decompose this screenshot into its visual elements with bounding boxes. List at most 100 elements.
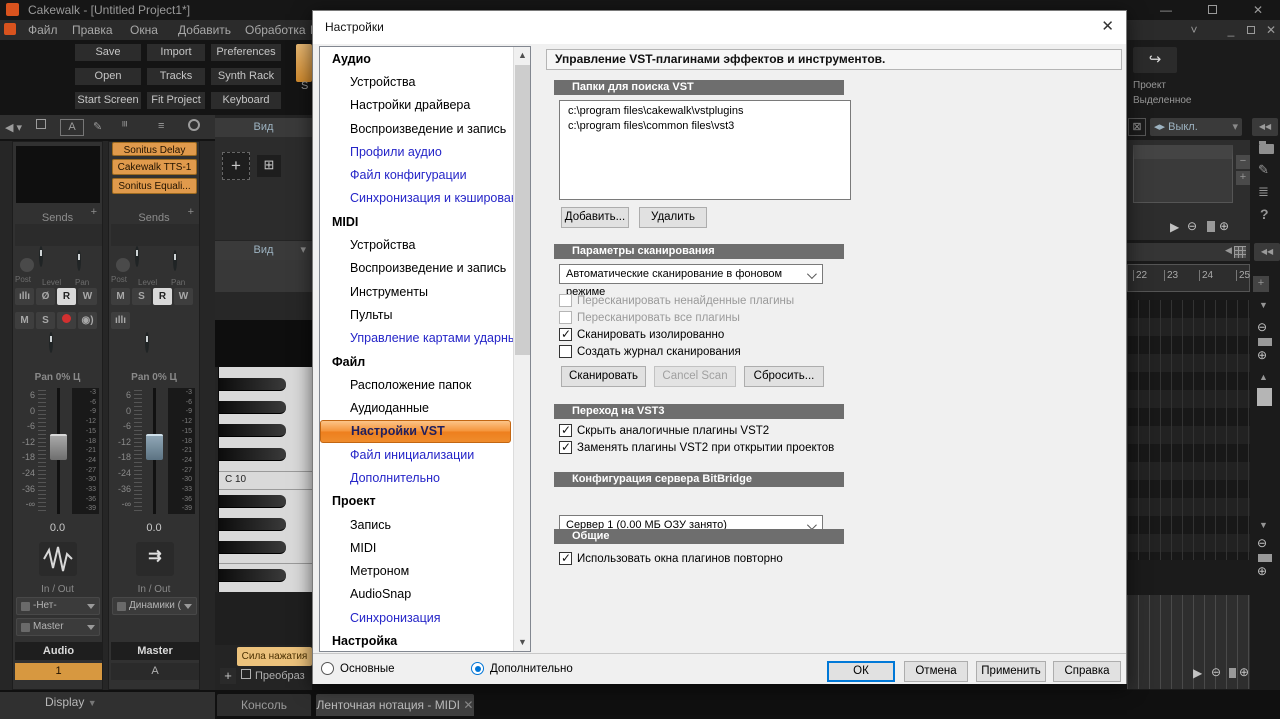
mute-button[interactable]: M xyxy=(111,288,130,305)
tree-item[interactable]: MIDI xyxy=(320,536,513,559)
input-echo-icon[interactable]: ıllı xyxy=(15,288,34,305)
input-echo-icon[interactable]: ıllı xyxy=(111,312,130,329)
zoom-in-icon[interactable]: ⊕ xyxy=(1257,348,1267,362)
zoom-slider[interactable] xyxy=(1258,338,1272,346)
vst-folder-list[interactable]: c:\program files\cakewalk\vstplugins c:\… xyxy=(559,100,851,200)
fx-bin-empty[interactable] xyxy=(16,146,100,203)
zoom-in-icon[interactable]: ⊕ xyxy=(1219,219,1229,233)
synth-rack-button[interactable]: Synth Rack xyxy=(211,68,281,85)
checkbox-checked-icon[interactable] xyxy=(559,441,572,454)
scroll-down-icon[interactable]: ▼ xyxy=(514,634,531,651)
black-key[interactable] xyxy=(219,401,286,414)
export-project-label[interactable]: Проект xyxy=(1133,80,1166,91)
menu-insert[interactable]: Добавить xyxy=(168,20,241,40)
duplicate-button[interactable]: ⊞ xyxy=(257,155,281,177)
tab-notation-active[interactable]: Ленточная нотация - MIDI ✕ xyxy=(316,694,474,716)
radio-icon[interactable] xyxy=(321,662,334,675)
fit-project-button[interactable]: Fit Project xyxy=(147,92,205,109)
tab-close-icon[interactable]: ✕ xyxy=(463,698,473,712)
write-automation-button[interactable]: W xyxy=(174,288,193,305)
scan-mode-select[interactable]: Автоматические сканирование в фоновом ре… xyxy=(559,264,823,284)
fx-item[interactable]: Sonitus Equali... xyxy=(112,178,197,194)
tree-cat-customization[interactable]: Настройка xyxy=(320,629,513,652)
send-pan-knob[interactable] xyxy=(77,250,81,271)
add-lane-button[interactable]: + xyxy=(1253,276,1269,292)
preferences-button[interactable]: Preferences xyxy=(211,44,281,61)
apply-button[interactable]: Применить xyxy=(976,661,1046,682)
tree-item[interactable]: Устройства xyxy=(320,70,513,93)
help-button[interactable]: Справка xyxy=(1053,661,1121,682)
black-key[interactable] xyxy=(219,495,286,508)
tree-cat-midi[interactable]: MIDI xyxy=(320,210,513,233)
write-automation-button[interactable]: W xyxy=(78,288,97,305)
menu-windows[interactable]: Окна xyxy=(120,20,168,40)
remove-folder-button[interactable]: Удалить xyxy=(639,207,707,228)
tree-item[interactable]: Настройки драйвера xyxy=(320,94,513,117)
tree-scrollbar[interactable]: ▲ ▼ xyxy=(513,47,530,651)
checkbox-checked-icon[interactable] xyxy=(559,552,572,565)
export-icon[interactable]: ↪ xyxy=(1133,47,1177,73)
black-key[interactable] xyxy=(219,448,286,461)
clock-icon[interactable] xyxy=(188,119,200,134)
reset-button[interactable]: Сбросить... xyxy=(744,366,824,387)
folder-icon[interactable] xyxy=(1259,144,1274,154)
tree-item[interactable]: Файл конфигурации xyxy=(320,163,513,186)
grid-collapse-icon[interactable]: ◀ xyxy=(1225,245,1232,256)
tree-item[interactable]: Управление картами ударных xyxy=(320,327,513,350)
hide-vst2-checkbox[interactable]: Скрыть аналогичные плагины VST2 xyxy=(559,423,769,438)
restore-button[interactable] xyxy=(1198,0,1226,20)
transform-tool[interactable]: Преобраз xyxy=(241,668,312,684)
waveform-icon[interactable]: ᴵᴵᴵ xyxy=(122,120,128,132)
add-folder-button[interactable]: Добавить... xyxy=(561,207,629,228)
scroll-down-icon[interactable]: ▼ xyxy=(1259,300,1268,310)
black-key[interactable] xyxy=(219,541,286,554)
tree-cat-file[interactable]: Файл xyxy=(320,350,513,373)
mdi-close-button[interactable]: ✕ xyxy=(1262,20,1280,40)
black-key[interactable] xyxy=(219,378,286,391)
send-level-knob[interactable] xyxy=(135,246,139,267)
phase-button[interactable]: Ø xyxy=(36,288,55,305)
checkbox-checked-icon[interactable] xyxy=(559,328,572,341)
radio-checked-icon[interactable] xyxy=(471,662,484,675)
tree-item[interactable]: Профили аудио xyxy=(320,140,513,163)
zoom-out-icon[interactable]: ⊖ xyxy=(1257,320,1267,334)
piano-keyboard[interactable]: C 10 xyxy=(218,367,312,592)
minimize-button[interactable]: — xyxy=(1152,0,1180,20)
zoom-slider[interactable] xyxy=(1207,221,1215,232)
track-number[interactable]: 1 xyxy=(15,663,102,680)
volume-fader[interactable] xyxy=(146,434,163,460)
open-button[interactable]: Open xyxy=(75,68,141,85)
display-select[interactable]: Display ▼ xyxy=(45,695,97,709)
add-controller-button[interactable]: + xyxy=(220,668,236,684)
zoom-out-icon[interactable]: ⊖ xyxy=(1211,665,1221,679)
zoom-slider[interactable] xyxy=(1258,554,1272,562)
read-automation-button[interactable]: R xyxy=(153,288,172,305)
replace-vst2-checkbox[interactable]: Заменять плагины VST2 при открытии проек… xyxy=(559,440,834,455)
menu-file[interactable]: Файл xyxy=(18,20,68,40)
output-select[interactable]: Master xyxy=(16,618,100,636)
tree-item[interactable]: Расположение папок xyxy=(320,373,513,396)
zoom-in-icon[interactable]: ⊕ xyxy=(1239,665,1249,679)
plus-button[interactable]: + xyxy=(1236,171,1250,185)
fade-icon[interactable]: ⊠ xyxy=(1128,118,1146,136)
tree-item[interactable]: Устройства xyxy=(320,233,513,256)
black-key[interactable] xyxy=(219,569,286,582)
post-button[interactable] xyxy=(116,258,130,272)
collapse-track-button[interactable]: ◀◀ xyxy=(1254,243,1280,261)
zoom-out-icon[interactable]: ⊖ xyxy=(1257,536,1267,550)
post-button[interactable] xyxy=(20,258,34,272)
send-pan-knob[interactable] xyxy=(173,250,177,271)
tree-cat-audio[interactable]: Аудио xyxy=(320,47,513,70)
zoom-out-icon[interactable]: ⊖ xyxy=(1187,219,1197,233)
menu-edit[interactable]: Правка xyxy=(62,20,123,40)
grid-icon[interactable] xyxy=(1234,246,1246,258)
input-select[interactable]: -Нет- xyxy=(16,597,100,615)
solo-button[interactable]: S xyxy=(132,288,151,305)
scroll-up-icon[interactable]: ▲ xyxy=(514,47,531,64)
keyboard-button[interactable]: Keyboard xyxy=(211,92,281,109)
checkbox-checked-icon[interactable] xyxy=(559,424,572,437)
routing-arrows-icon[interactable]: ⇉ xyxy=(136,542,174,576)
tree-item[interactable]: Метроном xyxy=(320,560,513,583)
view-header[interactable]: Вид xyxy=(215,118,312,137)
tree-item[interactable]: Инструменты xyxy=(320,280,513,303)
